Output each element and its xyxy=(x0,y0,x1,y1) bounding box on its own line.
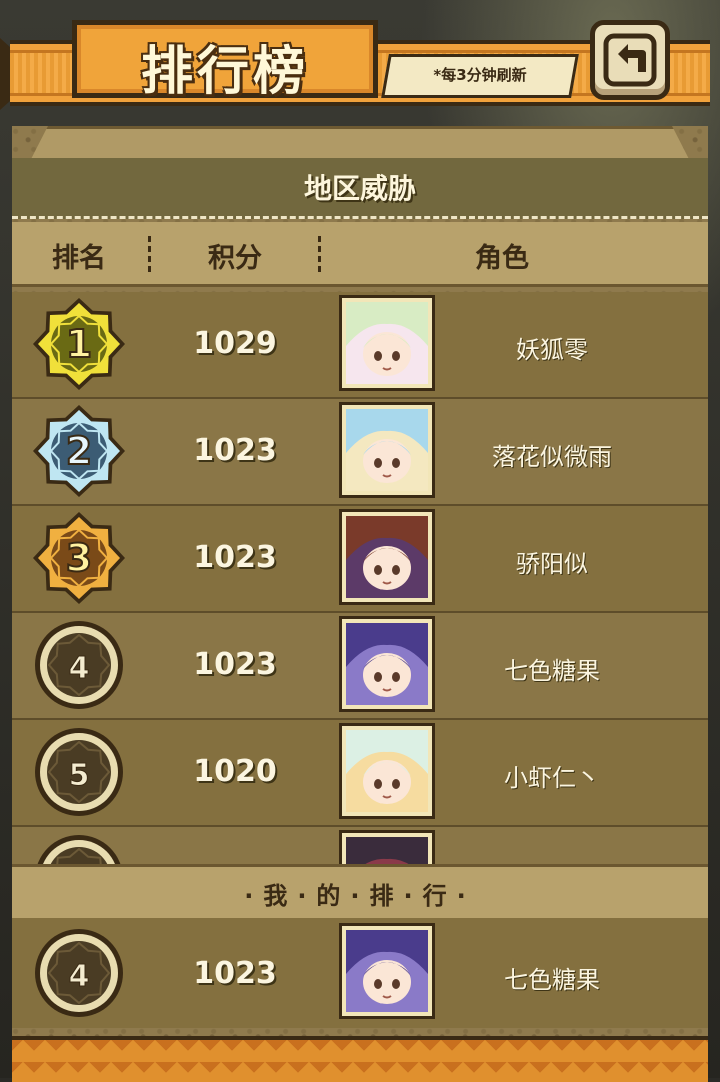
my-rank-header: ·我·的·排·行· xyxy=(12,864,708,922)
column-rank-label: 排名 xyxy=(52,243,106,274)
character-avatar[interactable] xyxy=(342,405,432,495)
my-rank-title: ·我·的·排·行· xyxy=(244,881,476,910)
my-character-avatar[interactable] xyxy=(342,926,432,1016)
character-avatar[interactable] xyxy=(342,619,432,709)
rank-medal-icon: 4 xyxy=(35,621,123,709)
rank-number: 1 xyxy=(66,322,92,366)
character-name: 骄阳似 xyxy=(516,550,588,578)
ranking-row[interactable]: 6 xyxy=(12,827,708,866)
column-score-label: 积分 xyxy=(208,243,262,274)
refresh-note: *每3分钟刷新 xyxy=(433,66,527,84)
ranking-list[interactable]: 1 1029 妖狐零 2 1023 落花似微雨 3 1023 骄阳似 4 102… xyxy=(12,292,708,866)
row-score: 1029 xyxy=(193,326,277,361)
panel-bottom-trim xyxy=(12,1036,708,1082)
rank-number: 2 xyxy=(66,429,92,473)
row-score: 1020 xyxy=(193,754,277,789)
character-portrait-icon xyxy=(346,409,428,491)
ranking-row[interactable]: 4 1023 七色糖果 xyxy=(12,613,708,720)
page-title: 排行榜 xyxy=(140,42,309,102)
rank-medal-icon: 2 xyxy=(33,405,125,497)
character-portrait-icon xyxy=(346,730,428,812)
rank-number: 4 xyxy=(69,959,90,994)
rank-medal-icon: 6 xyxy=(36,835,122,866)
rank-number: 5 xyxy=(69,758,90,793)
ranking-row[interactable]: 2 1023 落花似微雨 xyxy=(12,399,708,506)
character-name: 落花似微雨 xyxy=(492,443,612,471)
row-score: 1023 xyxy=(193,433,277,468)
rank-medal-icon: 1 xyxy=(33,298,125,390)
character-avatar[interactable] xyxy=(342,833,432,866)
ranking-row[interactable]: 1 1029 妖狐零 xyxy=(12,292,708,399)
column-separator xyxy=(148,236,151,272)
rank-number: 4 xyxy=(69,651,90,686)
column-header: 排名 积分 角色 xyxy=(12,222,708,287)
rank-medal-icon: 5 xyxy=(35,728,123,816)
my-rank-row[interactable]: 4 1023 七色糖果 xyxy=(12,918,708,1028)
character-portrait-icon xyxy=(346,516,428,598)
column-separator xyxy=(318,236,321,272)
my-score: 1023 xyxy=(193,956,277,991)
character-portrait-icon xyxy=(346,623,428,705)
my-character-name: 七色糖果 xyxy=(504,966,600,994)
character-portrait-icon xyxy=(346,302,428,384)
header-banner: 排行榜 *每3分钟刷新 xyxy=(0,20,720,112)
character-portrait-icon xyxy=(346,837,428,866)
region-title: 地区威胁 xyxy=(303,172,416,205)
region-header: 地区威胁 xyxy=(12,158,708,219)
ranking-row[interactable]: 3 1023 骄阳似 xyxy=(12,506,708,613)
character-portrait-icon xyxy=(346,930,428,1012)
row-score: 1023 xyxy=(193,647,277,682)
ranking-row[interactable]: 5 1020 小虾仁丶 xyxy=(12,720,708,827)
character-name: 妖狐零 xyxy=(516,336,588,364)
character-name: 小虾仁丶 xyxy=(504,764,600,792)
character-name: 七色糖果 xyxy=(504,657,600,685)
character-avatar[interactable] xyxy=(342,298,432,388)
back-arrow-icon xyxy=(603,33,657,87)
rank-medal-icon: 4 xyxy=(35,929,123,1017)
rank-medal-icon: 3 xyxy=(33,512,125,604)
rank-number: 3 xyxy=(66,536,92,580)
title-plate: 排行榜 xyxy=(72,20,378,102)
row-score: 1023 xyxy=(193,540,277,575)
back-button[interactable] xyxy=(590,20,670,100)
character-avatar[interactable] xyxy=(342,512,432,602)
character-avatar[interactable] xyxy=(342,726,432,816)
column-character-label: 角色 xyxy=(475,243,529,274)
